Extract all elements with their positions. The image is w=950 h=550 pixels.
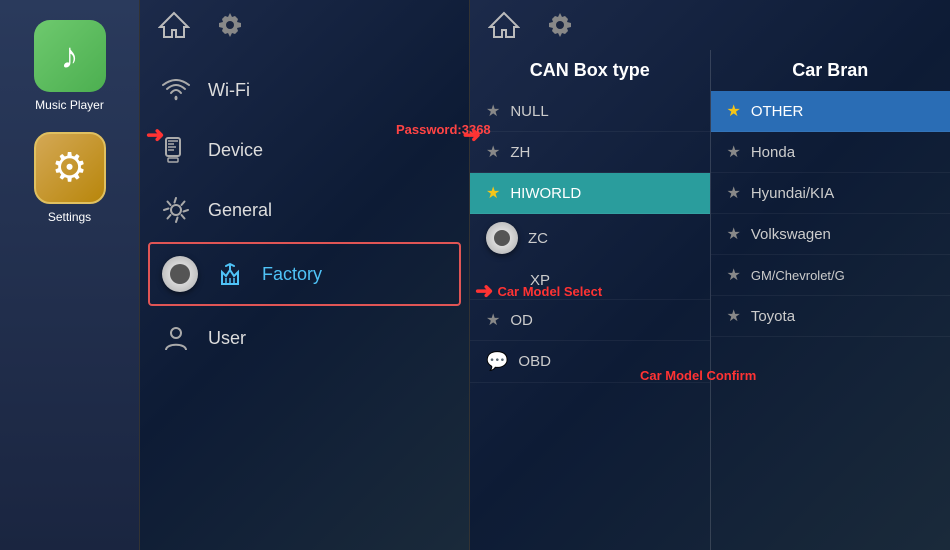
hyundai-label: Hyundai/KIA <box>751 185 834 202</box>
general-label: General <box>208 200 272 221</box>
volkswagen-label: Volkswagen <box>751 226 831 243</box>
zh-star-icon: ★ <box>486 142 500 162</box>
can-box-area: CAN Box type ★ NULL ★ ZH ★ HIWORLD ZC <box>470 50 950 550</box>
zc-confirm-toggle[interactable] <box>486 222 518 254</box>
settings-panel: ➜ Password:3368 ➜ Wi-Fi <box>140 0 470 550</box>
gm-label: GM/Chevrolet/G <box>751 268 845 283</box>
menu-item-factory[interactable]: Factory <box>148 242 461 306</box>
right-home-button[interactable] <box>486 7 522 43</box>
od-label: OD <box>510 312 533 329</box>
car-brand-header: Car Bran <box>711 50 950 91</box>
obd-icon: 💬 <box>486 351 508 372</box>
can-item-od[interactable]: ★ OD <box>470 300 710 341</box>
factory-toggle[interactable] <box>162 256 198 292</box>
car-brand-gm[interactable]: ★ GM/Chevrolet/G <box>711 255 950 296</box>
can-box-header: CAN Box type <box>470 50 710 91</box>
general-icon <box>160 194 192 226</box>
music-player-label: Music Player <box>35 98 104 112</box>
car-brand-honda[interactable]: ★ Honda <box>711 132 950 173</box>
zc-label: ZC <box>528 230 548 247</box>
honda-star-icon: ★ <box>727 142 741 162</box>
can-box-column: CAN Box type ★ NULL ★ ZH ★ HIWORLD ZC <box>470 50 710 550</box>
od-star-icon: ★ <box>486 310 500 330</box>
car-brand-hyundai[interactable]: ★ Hyundai/KIA <box>711 173 950 214</box>
can-item-zc-row: ZC <box>470 214 710 262</box>
settings-gear-icon: ⚙ <box>52 145 88 191</box>
menu-list: Wi-Fi Device <box>140 50 469 550</box>
obd-label: OBD <box>518 353 551 370</box>
other-star-icon: ★ <box>727 101 741 121</box>
can-item-null[interactable]: ★ NULL <box>470 91 710 132</box>
settings-icon-bg: ⚙ <box>34 132 106 204</box>
menu-item-wifi[interactable]: Wi-Fi <box>140 60 469 120</box>
hyundai-star-icon: ★ <box>727 183 741 203</box>
car-brand-volkswagen[interactable]: ★ Volkswagen <box>711 214 950 255</box>
xp-label: XP <box>530 272 550 289</box>
music-note-icon: ♪ <box>61 35 79 77</box>
user-icon <box>160 322 192 354</box>
hiworld-star-icon: ★ <box>486 183 500 203</box>
right-panel: CAN Box type ★ NULL ★ ZH ★ HIWORLD ZC <box>470 0 950 550</box>
volkswagen-star-icon: ★ <box>727 224 741 244</box>
can-item-obd[interactable]: 💬 OBD <box>470 341 710 383</box>
can-item-hiworld[interactable]: ★ HIWORLD <box>470 173 710 214</box>
can-item-zh[interactable]: ★ ZH <box>470 132 710 173</box>
sidebar: ♪ Music Player ⚙ Settings <box>0 0 140 550</box>
menu-item-general[interactable]: General <box>140 180 469 240</box>
car-brand-column: Car Bran ★ OTHER ★ Honda ★ Hyundai/KIA ★… <box>711 50 950 550</box>
menu-item-device[interactable]: Device <box>140 120 469 180</box>
user-label: User <box>208 328 246 349</box>
car-brand-toyota[interactable]: ★ Toyota <box>711 296 950 337</box>
settings-content: ➜ Password:3368 ➜ Wi-Fi <box>140 50 469 550</box>
factory-label: Factory <box>262 264 322 285</box>
menu-item-user[interactable]: User <box>140 308 469 368</box>
home-button[interactable] <box>156 7 192 43</box>
can-item-xp[interactable]: XP <box>470 262 710 300</box>
zc-toggle-inner <box>494 230 510 246</box>
music-icon-bg: ♪ <box>34 20 106 92</box>
other-label: OTHER <box>751 103 804 120</box>
settings-gear-button[interactable] <box>212 7 248 43</box>
music-player-icon[interactable]: ♪ Music Player <box>25 20 115 112</box>
gm-star-icon: ★ <box>727 265 741 285</box>
settings-topbar <box>140 0 469 50</box>
zh-label: ZH <box>510 144 530 161</box>
settings-label: Settings <box>48 210 91 224</box>
device-label: Device <box>208 140 263 161</box>
wifi-label: Wi-Fi <box>208 80 250 101</box>
toggle-inner <box>170 264 190 284</box>
wifi-icon <box>160 74 192 106</box>
settings-icon[interactable]: ⚙ Settings <box>25 132 115 224</box>
null-label: NULL <box>510 103 548 120</box>
right-settings-gear-button[interactable] <box>542 7 578 43</box>
hiworld-label: HIWORLD <box>510 185 581 202</box>
car-brand-other[interactable]: ★ OTHER <box>711 91 950 132</box>
factory-icon <box>214 258 246 290</box>
null-star-icon: ★ <box>486 101 500 121</box>
honda-label: Honda <box>751 144 795 161</box>
toyota-star-icon: ★ <box>727 306 741 326</box>
right-topbar <box>470 0 950 50</box>
toyota-label: Toyota <box>751 308 795 325</box>
device-icon <box>160 134 192 166</box>
